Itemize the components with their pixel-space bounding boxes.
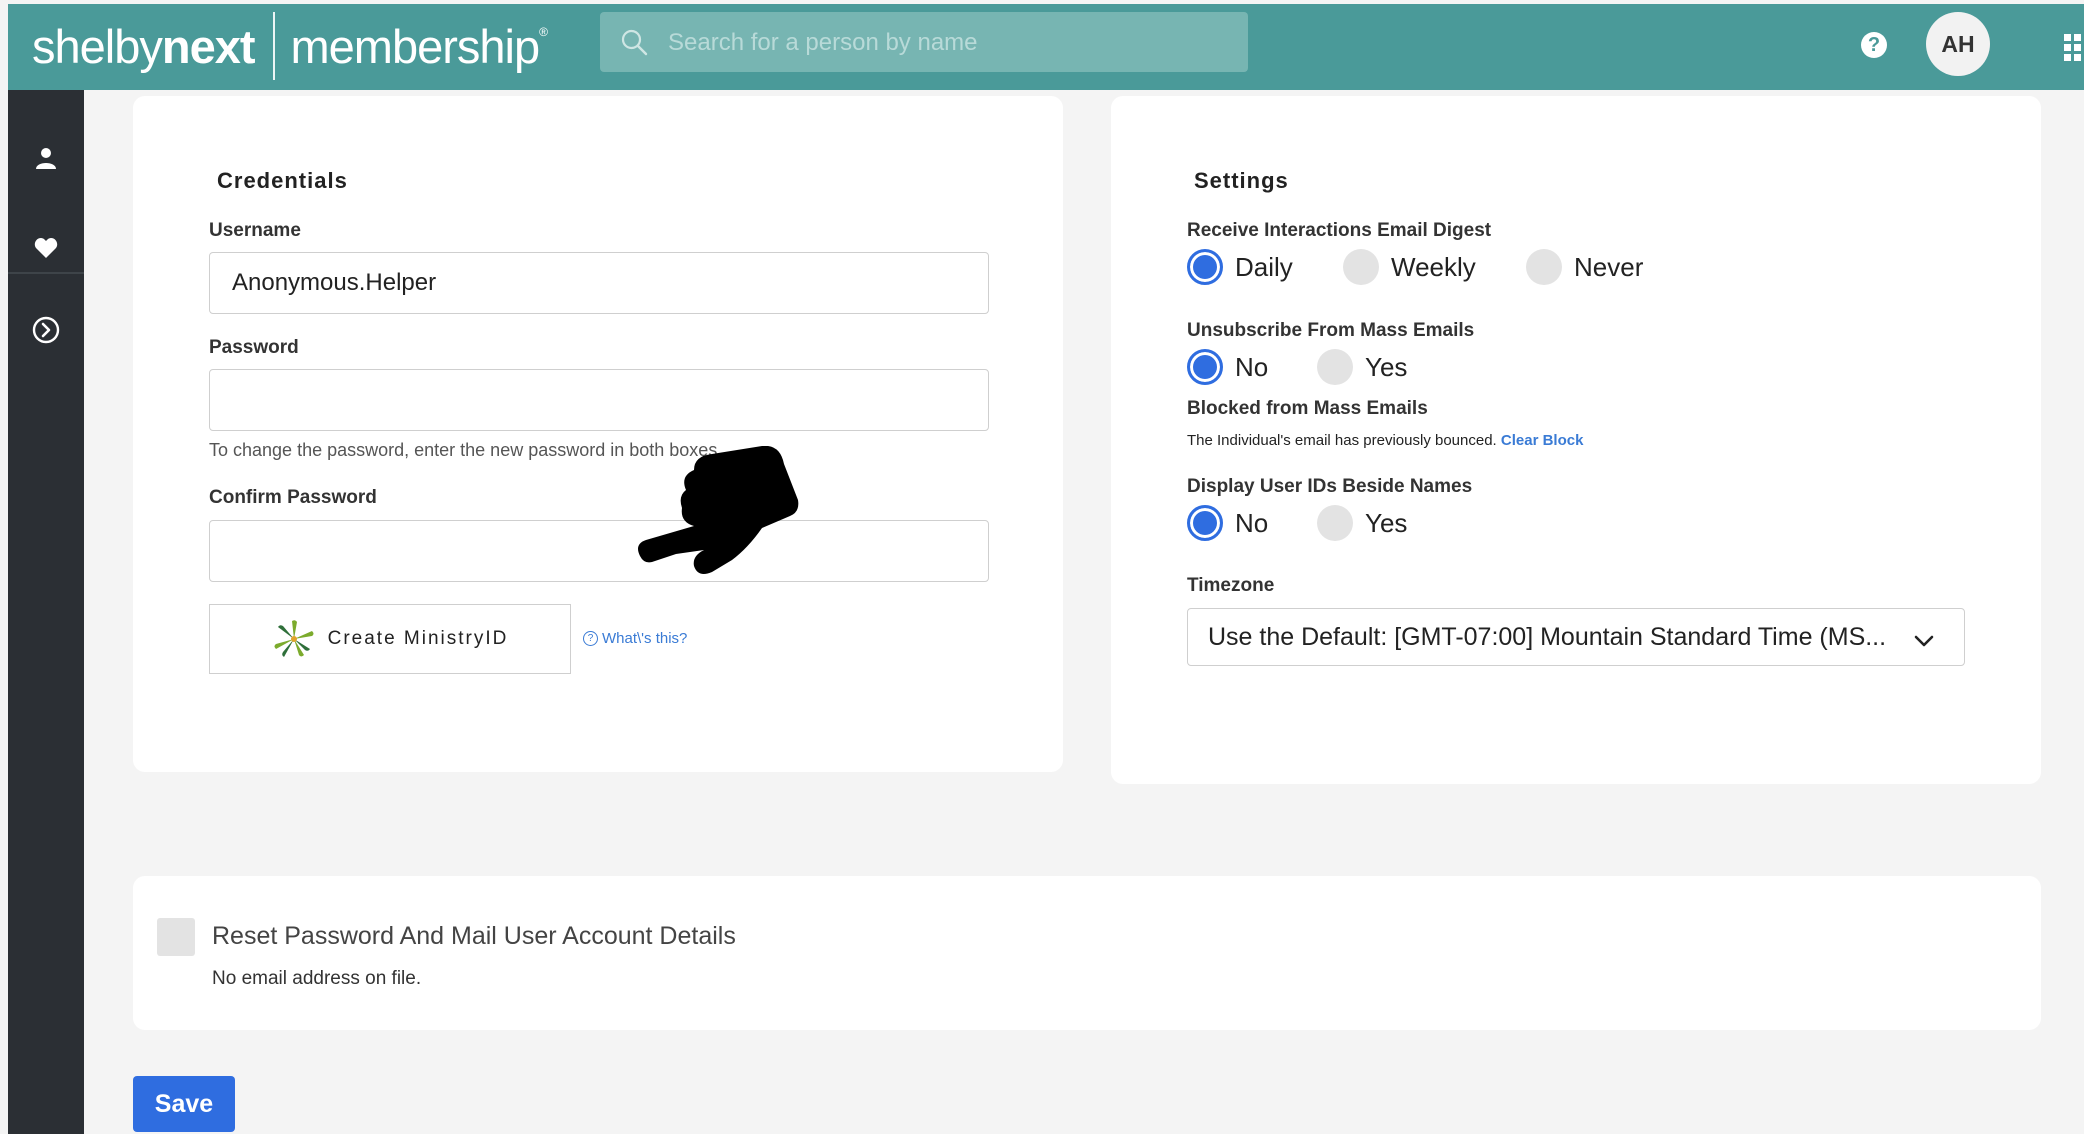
timezone-label: Timezone	[1187, 575, 1275, 596]
radio-selected[interactable]	[1187, 349, 1223, 385]
brand-separator	[272, 12, 275, 80]
username-label: Username	[209, 220, 301, 241]
digest-option-never[interactable]: Never	[1526, 249, 1643, 285]
whats-this-label: What\'s this?	[602, 630, 688, 647]
unsubscribe-option-label: No	[1235, 351, 1269, 382]
top-bar: shelbynext membership® ? AH	[8, 4, 2084, 90]
display-ids-option-yes[interactable]: Yes	[1317, 505, 1407, 541]
credentials-title: Credentials	[217, 168, 348, 193]
reset-title: Reset Password And Mail User Account Det…	[212, 922, 736, 950]
display-ids-option-label: No	[1235, 507, 1269, 538]
digest-option-weekly[interactable]: Weekly	[1343, 249, 1476, 285]
reset-note: No email address on file.	[212, 968, 422, 989]
brand-logo[interactable]: shelby next membership ®	[32, 12, 548, 80]
sidebar-divider	[8, 272, 84, 274]
digest-option-daily[interactable]: Daily	[1187, 249, 1293, 285]
person-icon	[36, 148, 56, 169]
radio-unselected[interactable]	[1526, 249, 1562, 285]
timezone-value: Use the Default: [GMT-07:00] Mountain St…	[1208, 622, 1887, 651]
sidebar	[8, 90, 84, 1134]
reset-password-checkbox[interactable]	[157, 918, 195, 956]
unsubscribe-label: Unsubscribe From Mass Emails	[1187, 320, 1475, 341]
pointing-hand-icon	[638, 446, 799, 574]
sidebar-item-heart[interactable]	[8, 218, 84, 278]
display-ids-option-label: Yes	[1365, 507, 1408, 538]
confirm-password-label: Confirm Password	[209, 487, 377, 508]
brand-registered: ®	[539, 25, 548, 39]
unsubscribe-option-no[interactable]: No	[1187, 349, 1268, 385]
password-input[interactable]	[209, 369, 989, 431]
username-input[interactable]	[209, 252, 989, 314]
brand-part1: shelby	[32, 19, 163, 73]
unsubscribe-option-yes[interactable]: Yes	[1317, 349, 1407, 385]
settings-title: Settings	[1194, 168, 1289, 193]
chevron-right-circle-icon	[32, 316, 60, 344]
radio-selected[interactable]	[1187, 505, 1223, 541]
blocked-label: Blocked from Mass Emails	[1187, 398, 1428, 419]
heart-icon	[34, 238, 58, 258]
chevron-down-icon	[1914, 635, 1934, 647]
credentials-card: Credentials Username Password To change …	[133, 96, 1063, 772]
blocked-message: The Individual's email has previously bo…	[1187, 432, 1497, 449]
search-icon	[621, 29, 648, 56]
help-icon[interactable]: ?	[1861, 32, 1887, 58]
question-circle-icon: ?	[583, 631, 598, 646]
apps-grid-icon[interactable]	[2064, 34, 2084, 62]
display-ids-option-no[interactable]: No	[1187, 505, 1268, 541]
digest-label: Receive Interactions Email Digest	[1187, 220, 1492, 241]
password-label: Password	[209, 337, 299, 358]
create-ministryid-label: Create MinistryID	[327, 628, 509, 649]
search-box[interactable]	[600, 12, 1248, 74]
save-button[interactable]: Save	[133, 1076, 235, 1132]
settings-card: Settings Receive Interactions Email Dige…	[1111, 96, 2041, 784]
brand-product: membership	[290, 19, 541, 73]
digest-option-label: Daily	[1235, 251, 1293, 282]
display-ids-label: Display User IDs Beside Names	[1187, 476, 1473, 497]
digest-option-label: Weekly	[1391, 251, 1476, 282]
sidebar-item-person[interactable]	[8, 128, 84, 188]
timezone-select[interactable]: Use the Default: [GMT-07:00] Mountain St…	[1187, 608, 1965, 666]
brand-part2: next	[161, 19, 256, 73]
digest-option-label: Never	[1574, 251, 1644, 282]
radio-selected[interactable]	[1187, 249, 1223, 285]
create-ministryid-button[interactable]: Create MinistryID	[209, 604, 571, 674]
reset-card: Reset Password And Mail User Account Det…	[133, 876, 2041, 1030]
unsubscribe-option-label: Yes	[1365, 351, 1408, 382]
search-input[interactable]	[666, 12, 1230, 74]
confirm-password-input[interactable]	[209, 520, 989, 582]
whats-this-link[interactable]: ? What\'s this?	[583, 630, 687, 647]
ministryid-logo-icon	[274, 620, 314, 657]
user-avatar[interactable]: AH	[1926, 12, 1990, 76]
radio-unselected[interactable]	[1317, 505, 1353, 541]
clear-block-link[interactable]: Clear Block	[1501, 432, 1584, 449]
blocked-text: The Individual's email has previously bo…	[1187, 432, 1583, 449]
sidebar-item-expand[interactable]	[8, 300, 84, 360]
radio-unselected[interactable]	[1317, 349, 1353, 385]
radio-unselected[interactable]	[1343, 249, 1379, 285]
